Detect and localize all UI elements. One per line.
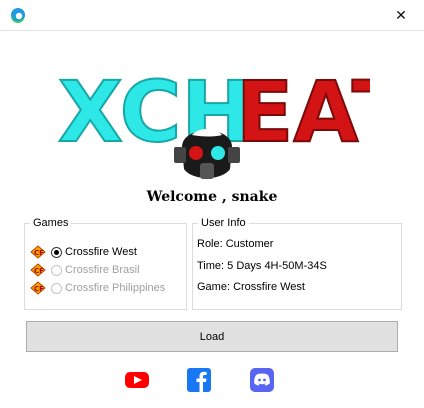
- user-info-group: User Info Role: Customer Time: 5 Days 4H…: [192, 216, 402, 310]
- xcheat-logo: XCH EAT: [57, 62, 370, 179]
- main-window: XCH EAT Welcome , snake Games CF Crossfi…: [0, 30, 424, 408]
- radio-crossfire-west[interactable]: [51, 246, 62, 258]
- svg-text:CF: CF: [34, 285, 44, 293]
- crossfire-icon: CF: [30, 263, 46, 277]
- logo-text-right: EAT: [236, 63, 370, 161]
- games-group: Games CF Crossfire West CF Crossfire Bra…: [24, 216, 187, 310]
- title-bar: ✕: [0, 0, 424, 30]
- youtube-icon[interactable]: [124, 367, 150, 393]
- game-label: Crossfire Brasil: [65, 264, 140, 276]
- svg-text:CF: CF: [34, 267, 44, 275]
- games-group-title: Games: [30, 216, 72, 230]
- crossfire-icon: CF: [30, 245, 46, 259]
- role-text: Role: Customer: [197, 238, 274, 250]
- game-option-crossfire-philippines[interactable]: CF Crossfire Philippines: [29, 280, 165, 296]
- game-label: Crossfire West: [65, 246, 137, 258]
- game-label: Crossfire Philippines: [65, 282, 166, 294]
- discord-icon[interactable]: [249, 367, 275, 393]
- game-text: Game: Crossfire West: [197, 281, 305, 293]
- radio-crossfire-brasil[interactable]: [51, 264, 62, 276]
- edge-icon: [11, 8, 25, 23]
- user-info-group-title: User Info: [198, 216, 249, 230]
- close-button[interactable]: ✕: [378, 0, 424, 30]
- game-option-crossfire-brasil[interactable]: CF Crossfire Brasil: [29, 262, 140, 278]
- svg-text:CF: CF: [34, 249, 44, 257]
- radio-crossfire-philippines[interactable]: [51, 282, 62, 294]
- load-button[interactable]: Load: [26, 321, 398, 352]
- crossfire-icon: CF: [30, 281, 46, 295]
- facebook-icon[interactable]: [186, 367, 212, 393]
- close-icon: ✕: [395, 6, 407, 23]
- game-option-crossfire-west[interactable]: CF Crossfire West: [29, 244, 137, 260]
- welcome-text: Welcome , snake: [146, 189, 278, 205]
- time-remaining-text: Time: 5 Days 4H-50M-34S: [197, 260, 327, 272]
